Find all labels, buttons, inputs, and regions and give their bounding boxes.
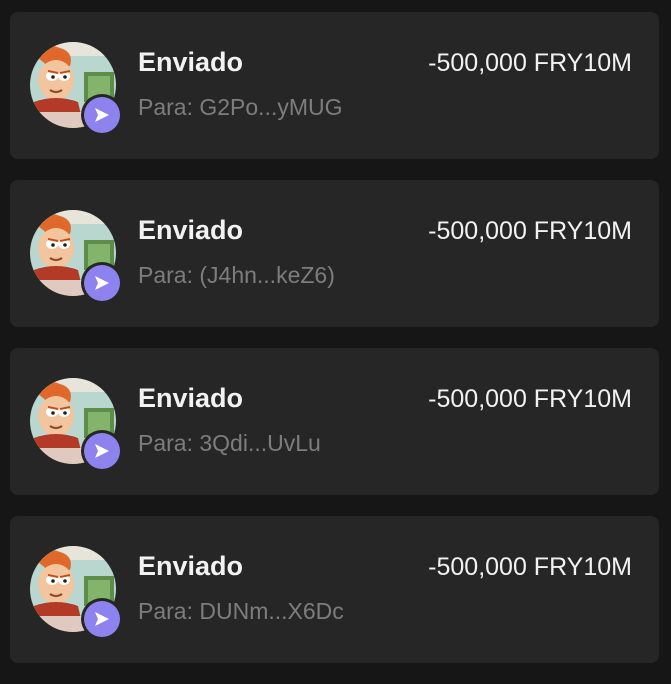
transaction-item[interactable]: Enviado -500,000 FRY10M Para: (J4hn...ke… bbox=[10, 180, 659, 327]
transaction-item[interactable]: Enviado -500,000 FRY10M Para: DUNm...X6D… bbox=[10, 516, 659, 663]
transaction-amount: -500,000 FRY10M bbox=[428, 49, 632, 77]
transaction-title: Enviado bbox=[138, 47, 244, 77]
transaction-item[interactable]: Enviado -500,000 FRY10M Para: G2Po...yMU… bbox=[10, 12, 659, 159]
transaction-recipient: Para: G2Po...yMUG bbox=[138, 94, 343, 120]
transaction-list: Enviado -500,000 FRY10M Para: G2Po...yMU… bbox=[10, 12, 659, 684]
transaction-title: Enviado bbox=[138, 551, 244, 581]
send-arrow-icon bbox=[84, 433, 120, 469]
transaction-amount: -500,000 FRY10M bbox=[428, 217, 632, 245]
transaction-recipient: Para: DUNm...X6Dc bbox=[138, 598, 344, 624]
transaction-amount: -500,000 FRY10M bbox=[428, 553, 632, 581]
transaction-amount: -500,000 FRY10M bbox=[428, 385, 632, 413]
transaction-recipient: Para: (J4hn...keZ6) bbox=[138, 262, 335, 288]
transaction-title: Enviado bbox=[138, 215, 244, 245]
transaction-recipient: Para: 3Qdi...UvLu bbox=[138, 430, 321, 456]
send-arrow-icon bbox=[84, 97, 120, 133]
transaction-item[interactable]: Enviado -500,000 FRY10M Para: 3Qdi...UvL… bbox=[10, 348, 659, 495]
send-arrow-icon bbox=[84, 265, 120, 301]
transaction-title: Enviado bbox=[138, 383, 244, 413]
send-arrow-icon bbox=[84, 601, 120, 637]
